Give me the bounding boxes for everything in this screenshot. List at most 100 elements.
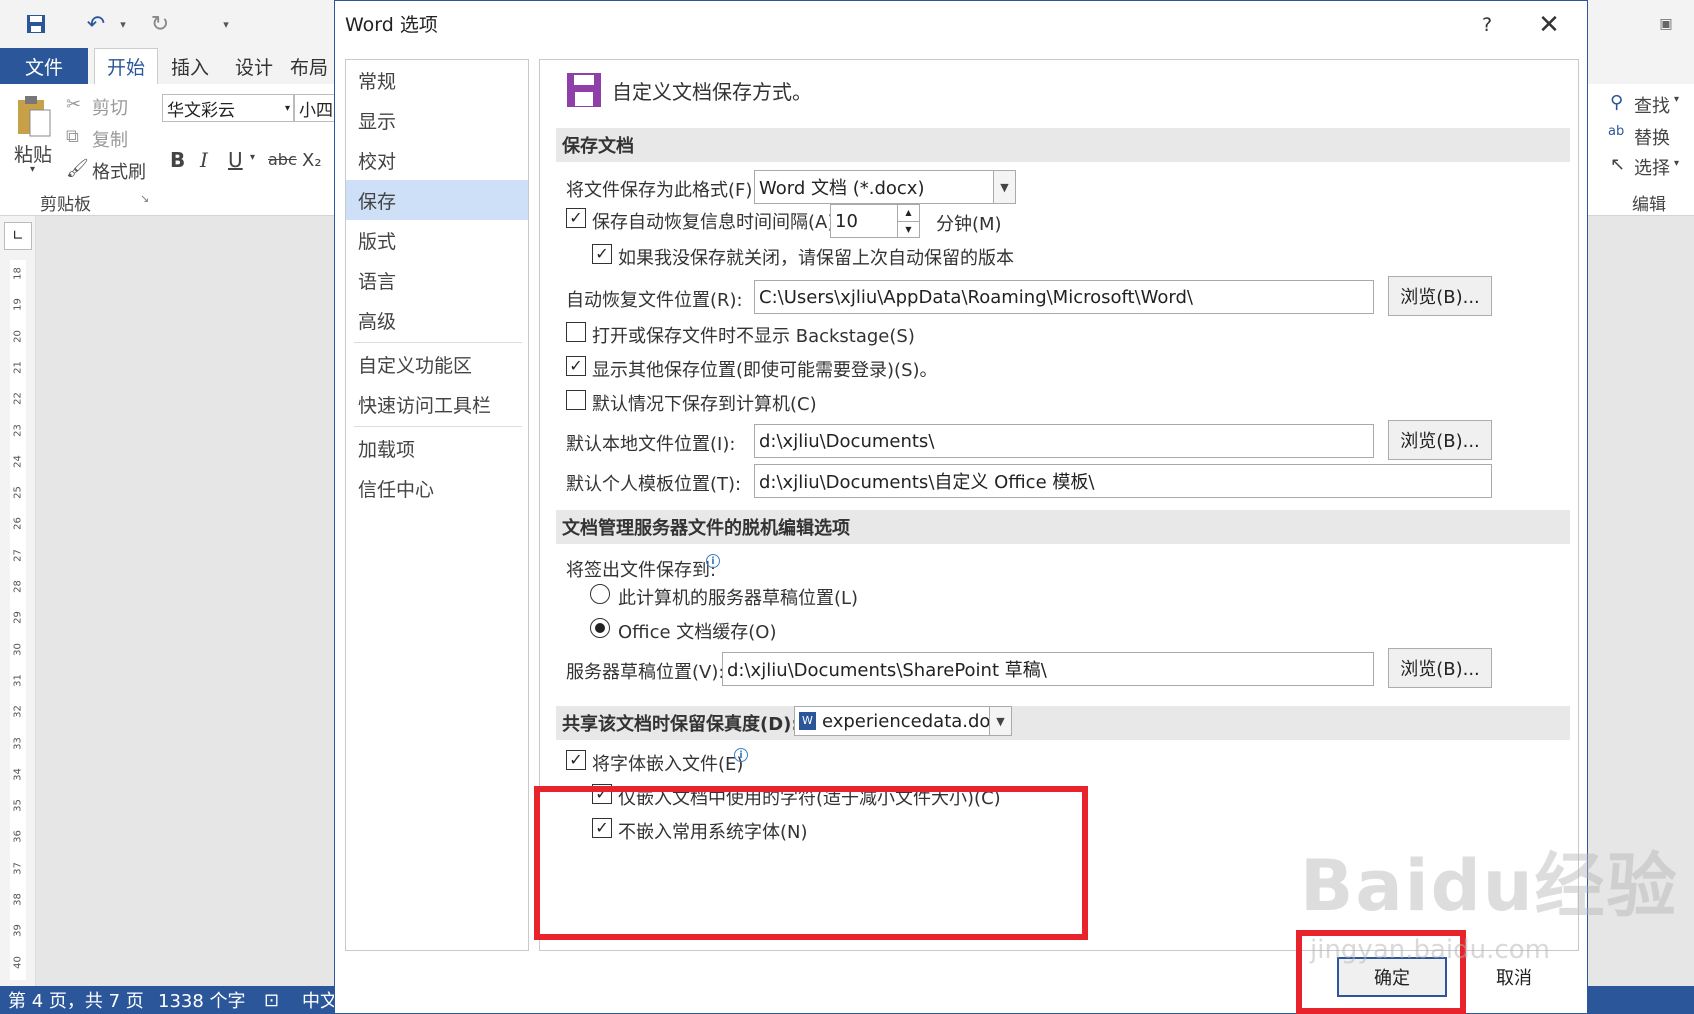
ruler-number: 24 xyxy=(12,454,24,468)
local-location-label: 默认本地文件位置(I): xyxy=(566,434,736,455)
find-dropdown-icon[interactable]: ▾ xyxy=(1674,94,1679,105)
status-page[interactable]: 第 4 页，共 7 页 xyxy=(8,987,144,1013)
tab-insert[interactable]: 插入 xyxy=(162,48,218,84)
nav-separator xyxy=(354,426,522,427)
bold-button[interactable]: B xyxy=(170,148,185,172)
tab-selector-icon[interactable]: ∟ xyxy=(4,222,32,250)
save-format-value: Word 文档 (*.docx) xyxy=(759,178,925,199)
nav-item-advanced[interactable]: 高级 xyxy=(346,300,528,340)
find-button[interactable]: 查找 xyxy=(1634,92,1670,118)
undo-icon[interactable]: ↶ xyxy=(80,8,112,40)
stepper-down-icon[interactable]: ▼ xyxy=(898,222,919,238)
redo-icon[interactable]: ↻ xyxy=(144,8,176,40)
undo-dropdown-icon[interactable]: ▾ xyxy=(114,8,132,40)
nav-item-save[interactable]: 保存 xyxy=(346,180,528,220)
ok-button[interactable]: 确定 xyxy=(1337,957,1447,997)
ribbon-display-icon[interactable]: ▣ xyxy=(1650,8,1682,40)
save-to-computer-checkbox[interactable] xyxy=(566,390,586,410)
copy-icon[interactable]: ⧉ xyxy=(66,126,79,147)
cut-button[interactable]: 剪切 xyxy=(92,94,128,120)
italic-button[interactable]: I xyxy=(200,148,208,172)
stepper-up-icon[interactable]: ▲ xyxy=(898,205,919,222)
ruler-number: 28 xyxy=(12,580,24,593)
save-icon[interactable] xyxy=(20,8,52,40)
ruler-number: 25 xyxy=(12,486,24,499)
browse-autorecover-button[interactable]: 浏览(B)... xyxy=(1388,276,1492,316)
local-location-input[interactable]: d:\xjliu\Documents\ xyxy=(754,424,1374,458)
help-button[interactable]: ? xyxy=(1471,9,1503,41)
paste-button[interactable]: 粘贴 xyxy=(14,140,52,167)
select-icon[interactable]: ↖ xyxy=(1610,154,1625,175)
save-options-panel: 自定义文档保存方式。 保存文档 将文件保存为此格式(F): Word 文档 (*… xyxy=(539,59,1579,951)
paste-dropdown-icon[interactable]: ▾ xyxy=(30,164,35,175)
no-common-fonts-checkbox[interactable]: ✓ xyxy=(592,818,612,838)
tab-design[interactable]: 设计 xyxy=(226,48,282,84)
no-backstage-label: 打开或保存文件时不显示 Backstage(S) xyxy=(592,326,915,347)
save-format-select[interactable]: Word 文档 (*.docx) ▼ xyxy=(754,170,1016,204)
office-cache-label: Office 文档缓存(O) xyxy=(618,622,777,643)
underline-dropdown-icon[interactable]: ▾ xyxy=(250,152,255,163)
office-cache-radio[interactable] xyxy=(590,618,610,638)
autorecover-checkbox[interactable]: ✓ xyxy=(566,208,586,228)
find-icon[interactable]: ⚲ xyxy=(1610,92,1623,113)
nav-item-language[interactable]: 语言 xyxy=(346,260,528,300)
show-other-locations-label: 显示其他保存位置(即使可能需要登录)(S)。 xyxy=(592,360,938,381)
nav-item-proofing[interactable]: 校对 xyxy=(346,140,528,180)
autorecover-minutes-stepper[interactable]: 10 ▲ ▼ xyxy=(830,204,920,238)
drafts-location-input[interactable]: d:\xjliu\Documents\SharePoint 草稿\ xyxy=(722,652,1374,686)
nav-item-quick-access[interactable]: 快速访问工具栏 xyxy=(346,384,528,424)
underline-button[interactable]: U xyxy=(228,148,243,172)
browse-local-button[interactable]: 浏览(B)... xyxy=(1388,420,1492,460)
clipboard-launcher-icon[interactable]: ↘ xyxy=(140,192,149,205)
ruler-number: 36 xyxy=(12,830,24,844)
replace-button[interactable]: 替换 xyxy=(1634,124,1670,150)
server-drafts-label: 此计算机的服务器草稿位置(L) xyxy=(618,588,859,609)
embed-used-chars-label: 仅嵌入文档中使用的字符(适于减小文件大小)(C) xyxy=(618,788,1001,809)
font-name-select[interactable]: 华文彩云 ▾ xyxy=(162,94,294,122)
subscript-button[interactable]: X₂ xyxy=(302,150,322,171)
embed-used-chars-checkbox[interactable]: ✓ xyxy=(592,784,612,804)
fidelity-document-select[interactable]: W experiencedata.docx ▼ xyxy=(794,706,1012,736)
nav-item-trust-center[interactable]: 信任中心 xyxy=(346,468,528,508)
close-button[interactable]: ✕ xyxy=(1531,7,1567,43)
format-painter-button[interactable]: 格式刷 xyxy=(92,158,146,184)
show-other-locations-checkbox[interactable]: ✓ xyxy=(566,356,586,376)
tab-home[interactable]: 开始 xyxy=(94,48,158,84)
ruler-number: 21 xyxy=(12,361,24,374)
server-drafts-radio[interactable] xyxy=(590,584,610,604)
status-language[interactable]: 中文 xyxy=(302,987,338,1013)
replace-icon[interactable]: ab xyxy=(1608,124,1624,139)
select-button[interactable]: 选择 xyxy=(1634,154,1670,180)
keep-last-autosaved-checkbox[interactable]: ✓ xyxy=(592,244,612,264)
info-icon: i xyxy=(706,554,720,568)
tab-file[interactable]: 文件 xyxy=(0,48,88,84)
nav-item-display[interactable]: 显示 xyxy=(346,100,528,140)
cut-icon[interactable]: ✂ xyxy=(66,94,81,115)
status-words[interactable]: 1338 个字 xyxy=(158,987,246,1013)
tab-layout[interactable]: 布局 xyxy=(290,48,334,84)
ruler-number: 30 xyxy=(12,642,24,656)
ruler-number: 35 xyxy=(12,799,24,812)
template-location-input[interactable]: d:\xjliu\Documents\自定义 Office 模板\ xyxy=(754,464,1492,498)
customize-qat-icon[interactable]: ▾ xyxy=(210,8,242,40)
copy-button[interactable]: 复制 xyxy=(92,126,128,152)
embed-fonts-checkbox[interactable]: ✓ xyxy=(566,750,586,770)
strikethrough-button[interactable]: abc xyxy=(268,150,297,169)
nav-item-addins[interactable]: 加载项 xyxy=(346,428,528,468)
proofing-icon[interactable]: ⊡ xyxy=(264,990,279,1011)
document-area[interactable] xyxy=(36,216,336,986)
select-dropdown-icon[interactable]: ▾ xyxy=(1674,158,1679,169)
format-painter-icon[interactable]: 🖌 xyxy=(66,158,89,179)
font-size-select[interactable]: 小四 xyxy=(294,94,336,122)
cancel-button[interactable]: 取消 xyxy=(1459,957,1569,997)
nav-item-layout[interactable]: 版式 xyxy=(346,220,528,260)
autorecover-location-input[interactable]: C:\Users\xjliu\AppData\Roaming\Microsoft… xyxy=(754,280,1374,314)
nav-item-general[interactable]: 常规 xyxy=(346,60,528,100)
no-backstage-checkbox[interactable] xyxy=(566,322,586,342)
paste-icon[interactable] xyxy=(14,92,54,145)
radio-selected-dot xyxy=(595,623,605,633)
nav-item-customize-ribbon[interactable]: 自定义功能区 xyxy=(346,344,528,384)
document-area-right[interactable] xyxy=(1586,216,1694,986)
browse-drafts-button[interactable]: 浏览(B)... xyxy=(1388,648,1492,688)
info-icon: i xyxy=(734,748,748,762)
